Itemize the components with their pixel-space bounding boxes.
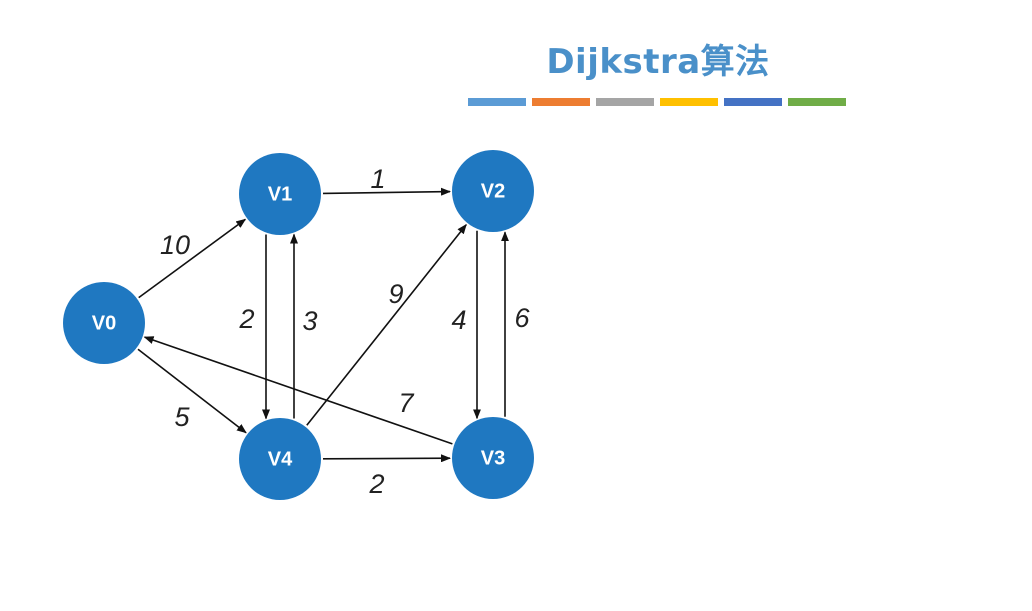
edge-v0-to-v1 <box>138 218 247 299</box>
edge-weight-v1-v4: 2 <box>238 304 254 334</box>
node-label: V2 <box>481 180 505 202</box>
edge-weight-v3-v0: 7 <box>398 388 414 418</box>
edge-v0-to-v4 <box>137 348 247 434</box>
edge-weight-v2-v3: 4 <box>451 305 466 335</box>
node-v2: V2 <box>452 150 534 232</box>
edges-layer <box>137 187 509 463</box>
node-v4: V4 <box>239 418 321 500</box>
edge-weight-v4-v2: 9 <box>388 279 403 309</box>
edge-weight-v0-v4: 5 <box>174 402 190 432</box>
edge-weight-v3-v2: 6 <box>514 303 530 333</box>
edge-v4-to-v3 <box>322 454 451 463</box>
graph-diagram: V0 V1 V2 V3 V4 10 1 2 3 9 4 6 7 5 2 <box>63 150 534 500</box>
edge-weight-v4-v3: 2 <box>368 469 384 499</box>
edge-weight-v1-v2: 1 <box>370 164 385 194</box>
edge-v4-to-v2 <box>306 223 467 426</box>
node-label: V3 <box>481 447 505 469</box>
edge-weight-v0-v1: 10 <box>160 230 190 260</box>
node-v0: V0 <box>63 282 145 364</box>
edge-weight-v4-v1: 3 <box>302 306 317 336</box>
node-v1: V1 <box>239 153 321 235</box>
edge-v1-to-v2 <box>322 187 451 196</box>
node-label: V4 <box>268 448 293 470</box>
node-label: V0 <box>92 312 116 334</box>
node-v3: V3 <box>452 417 534 499</box>
slide: Dijkstra算法 V0 V1 V2 V3 V4 10 1 2 3 9 4 6 7 5 2 <box>0 0 1032 611</box>
node-label: V1 <box>268 183 292 205</box>
